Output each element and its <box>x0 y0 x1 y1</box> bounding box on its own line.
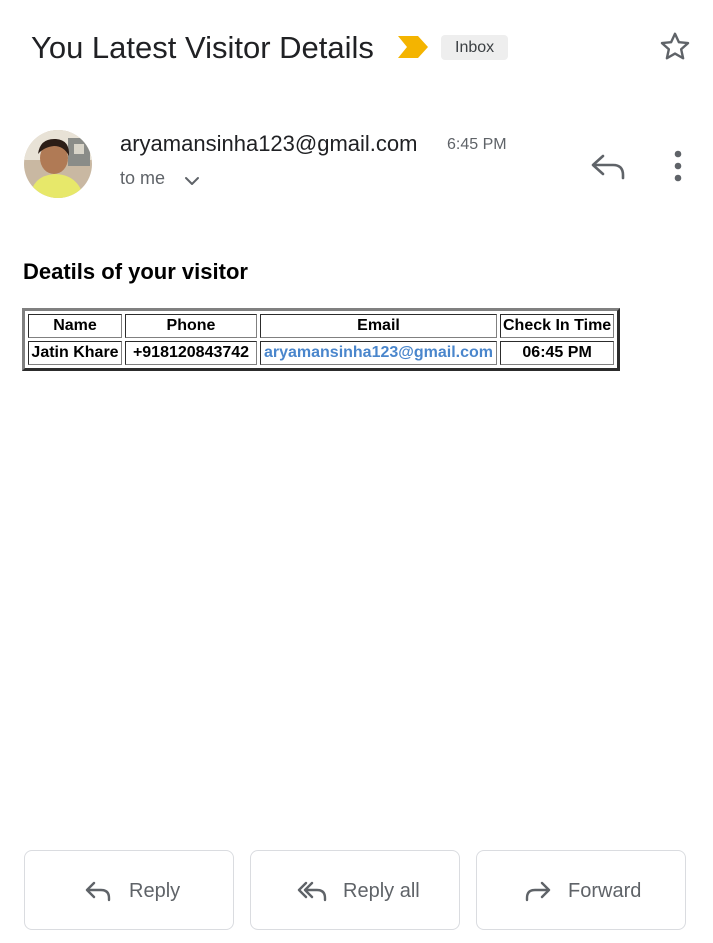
action-bar: Reply Reply all Forward <box>24 850 690 932</box>
reply-button-label: Reply <box>129 880 181 902</box>
column-header-phone: Phone <box>125 314 257 338</box>
chevron-down-icon[interactable] <box>183 172 201 190</box>
cell-phone[interactable]: +918120843742 <box>125 341 257 365</box>
more-vert-icon[interactable] <box>670 150 686 184</box>
importance-marker-icon[interactable] <box>398 36 428 58</box>
sender-header: aryamansinha123@gmail.com 6:45 PM to me <box>24 130 693 202</box>
column-header-email: Email <box>260 314 497 338</box>
cell-check-in-time: 06:45 PM <box>500 341 615 365</box>
cell-name: Jatin Khare <box>28 341 122 365</box>
recipient-label[interactable]: to me <box>120 166 165 190</box>
forward-button-label: Forward <box>568 880 642 902</box>
reply-all-button-label: Reply all <box>343 880 420 902</box>
reply-icon[interactable] <box>589 150 629 182</box>
message-time: 6:45 PM <box>447 136 507 153</box>
column-header-name: Name <box>28 314 122 338</box>
cell-email-link[interactable]: aryamansinha123@gmail.com <box>260 341 497 365</box>
reply-all-button[interactable]: Reply all <box>250 850 460 930</box>
body-heading: Deatils of your visitor <box>23 259 248 284</box>
table-row: Jatin Khare +918120843742 aryamansinha12… <box>28 341 615 365</box>
avatar[interactable] <box>24 130 92 198</box>
sender-email[interactable]: aryamansinha123@gmail.com <box>120 130 417 158</box>
forward-button[interactable]: Forward <box>476 850 686 930</box>
visitor-table-container: Name Phone Email Check In Time Jatin Kha… <box>22 308 621 371</box>
email-subject: You Latest Visitor Details <box>31 30 374 65</box>
reply-all-icon <box>297 881 327 902</box>
avatar-photo <box>24 130 92 198</box>
inbox-label-chip[interactable]: Inbox <box>441 35 509 60</box>
star-icon[interactable] <box>657 29 693 65</box>
reply-button[interactable]: Reply <box>24 850 234 930</box>
table-header-row: Name Phone Email Check In Time <box>28 314 615 338</box>
visitor-table: Name Phone Email Check In Time Jatin Kha… <box>22 308 621 371</box>
subject-header: You Latest Visitor Details Inbox <box>31 24 693 72</box>
column-header-check-in-time: Check In Time <box>500 314 615 338</box>
forward-icon <box>525 881 551 902</box>
reply-icon <box>85 881 111 902</box>
